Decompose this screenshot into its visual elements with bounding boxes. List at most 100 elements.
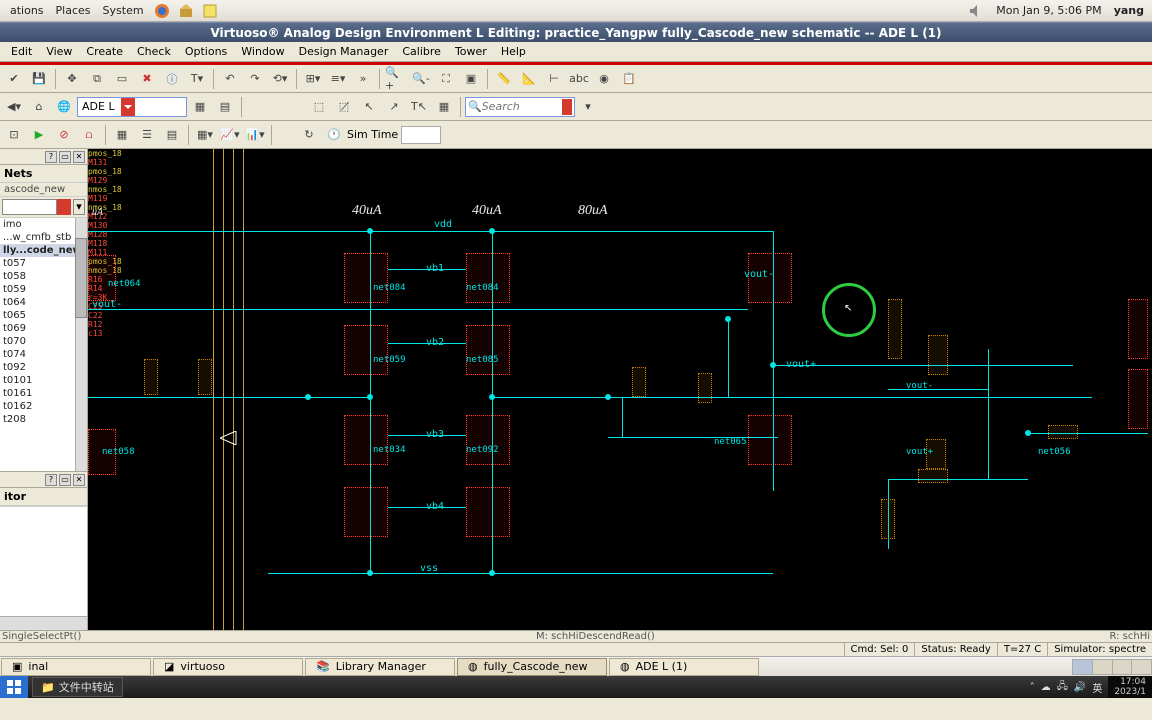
pointer-button[interactable]: ↖	[357, 95, 381, 119]
updates-icon[interactable]	[177, 2, 195, 20]
device-nmos[interactable]	[466, 487, 510, 537]
side-close-button[interactable]: ✕	[73, 151, 85, 163]
cross-probe-button[interactable]: ↗	[382, 95, 406, 119]
search-go-button[interactable]	[562, 99, 572, 115]
device-nmos[interactable]	[466, 415, 510, 465]
device-capacitor[interactable]	[198, 359, 212, 395]
copy-button[interactable]: ⧉	[85, 67, 109, 91]
rotate-button[interactable]: ⟲▾	[268, 67, 292, 91]
workspace-combo[interactable]: ADE L	[77, 97, 187, 117]
pin-button[interactable]: ◉	[592, 67, 616, 91]
search-input[interactable]	[482, 100, 562, 113]
tray-chevron-icon[interactable]: ˄	[1030, 682, 1035, 693]
window-task-button[interactable]: ◍ADE L (1)	[609, 658, 759, 676]
net-list-item[interactable]: t064	[0, 296, 87, 309]
snap-button[interactable]: ⊢	[542, 67, 566, 91]
net-list-item[interactable]: lly...code_new)	[0, 244, 87, 257]
device-pmos[interactable]	[344, 253, 388, 303]
zoom-select-button[interactable]: ▣	[459, 67, 483, 91]
select-all-button[interactable]: ▦	[432, 95, 456, 119]
tray-ime[interactable]: 英	[1092, 680, 1102, 695]
menu-options[interactable]: Options	[178, 43, 234, 60]
zoom-out-button[interactable]: 🔍-	[409, 67, 433, 91]
side-undock-button[interactable]: ▭	[59, 151, 71, 163]
gnome-clock[interactable]: Mon Jan 9, 5:06 PM	[988, 4, 1109, 17]
label-button[interactable]: abc	[567, 67, 591, 91]
notes-icon[interactable]	[201, 2, 219, 20]
probe-button[interactable]: 📏	[492, 67, 516, 91]
menu-calibre[interactable]: Calibre	[395, 43, 448, 60]
results-button[interactable]: ▦	[110, 123, 134, 147]
text-button[interactable]: T▾	[185, 67, 209, 91]
device-capacitor[interactable]	[632, 367, 646, 397]
net-list-item[interactable]: t0101	[0, 374, 87, 387]
window-task-button[interactable]: ▣inal	[1, 658, 151, 676]
side2-undock-button[interactable]: ▭	[59, 474, 71, 486]
net-list-item[interactable]: t057	[0, 257, 87, 270]
menu-edit[interactable]: Edit	[4, 43, 39, 60]
device-pmos[interactable]	[466, 253, 510, 303]
plot-button[interactable]: ⩍	[77, 123, 101, 147]
workspace-switcher[interactable]	[1072, 659, 1152, 675]
gnome-menu-system[interactable]: System	[97, 2, 150, 19]
device-resistor[interactable]	[918, 469, 948, 483]
stretch-button[interactable]: ▭	[110, 67, 134, 91]
side-help-button[interactable]: ?	[45, 151, 57, 163]
net-list-item[interactable]: t069	[0, 322, 87, 335]
device[interactable]	[1128, 299, 1148, 359]
nav-back-button[interactable]: ◀▾	[2, 95, 26, 119]
schematic-canvas[interactable]: uA 40uA 40uA 80uA vdd vss pmos_18 M131 p…	[88, 149, 1152, 630]
more-button[interactable]: »	[351, 67, 375, 91]
menu-design-manager[interactable]: Design Manager	[292, 43, 396, 60]
window-task-button[interactable]: ◍fully_Cascode_new	[457, 658, 607, 676]
search-options-button[interactable]: ▾	[576, 95, 600, 119]
net-list-item[interactable]: t065	[0, 309, 87, 322]
gnome-user[interactable]: yang	[1110, 4, 1148, 17]
sim-time-field[interactable]	[401, 126, 441, 144]
outputs-button[interactable]: ☰	[135, 123, 159, 147]
volume-icon[interactable]	[967, 2, 985, 20]
zoom-fit-button[interactable]: ⛶	[434, 67, 458, 91]
menu-window[interactable]: Window	[234, 43, 291, 60]
device-resistor[interactable]	[698, 373, 712, 403]
search-box[interactable]: 🔍	[465, 97, 575, 117]
net-list-item[interactable]: ...w_cmfb_stb	[0, 231, 87, 244]
side2-help-button[interactable]: ?	[45, 474, 57, 486]
device-nmos[interactable]	[344, 487, 388, 537]
menu-help[interactable]: Help	[494, 43, 533, 60]
device-pmos[interactable]	[88, 255, 116, 301]
net-list-item[interactable]: t070	[0, 335, 87, 348]
waveform-button[interactable]: 📈▾	[218, 123, 242, 147]
net-list-item[interactable]: imo	[0, 218, 87, 231]
run-button[interactable]: ▶	[27, 123, 51, 147]
menu-check[interactable]: Check	[130, 43, 178, 60]
menu-tower[interactable]: Tower	[448, 43, 494, 60]
net-list-item[interactable]: t0161	[0, 387, 87, 400]
select-mode-button[interactable]: ⬚	[307, 95, 331, 119]
net-list-item[interactable]: t0162	[0, 400, 87, 413]
side2-close-button[interactable]: ✕	[73, 474, 85, 486]
ruler-button[interactable]: 📐	[517, 67, 541, 91]
nav-home-button[interactable]: ⌂	[27, 95, 51, 119]
layout-save-button[interactable]: ▦	[188, 95, 212, 119]
device-resistor[interactable]	[888, 299, 902, 359]
net-list-item[interactable]: t059	[0, 283, 87, 296]
move-button[interactable]: ✥	[60, 67, 84, 91]
direct-plot-button[interactable]: 📊▾	[243, 123, 267, 147]
sim-setup-button[interactable]: ⊡	[2, 123, 26, 147]
device-resistor[interactable]	[144, 359, 158, 395]
device-capacitor[interactable]	[928, 335, 948, 375]
annotate-button[interactable]: ▤	[160, 123, 184, 147]
net-list-item[interactable]: t074	[0, 348, 87, 361]
check-save-button[interactable]: ✔	[2, 67, 26, 91]
add-instance-button[interactable]: ⊞▾	[301, 67, 325, 91]
net-list-item[interactable]: t058	[0, 270, 87, 283]
stop-button[interactable]: ⊘	[52, 123, 76, 147]
menu-create[interactable]: Create	[79, 43, 130, 60]
save-button[interactable]: 💾	[27, 67, 51, 91]
zoom-in-button[interactable]: 🔍+	[384, 67, 408, 91]
device-nmos[interactable]	[748, 415, 792, 465]
device-pmos[interactable]	[466, 325, 510, 375]
taskbar-clock[interactable]: 17:04 2023/1	[1108, 676, 1152, 698]
device-source[interactable]	[1048, 425, 1078, 439]
